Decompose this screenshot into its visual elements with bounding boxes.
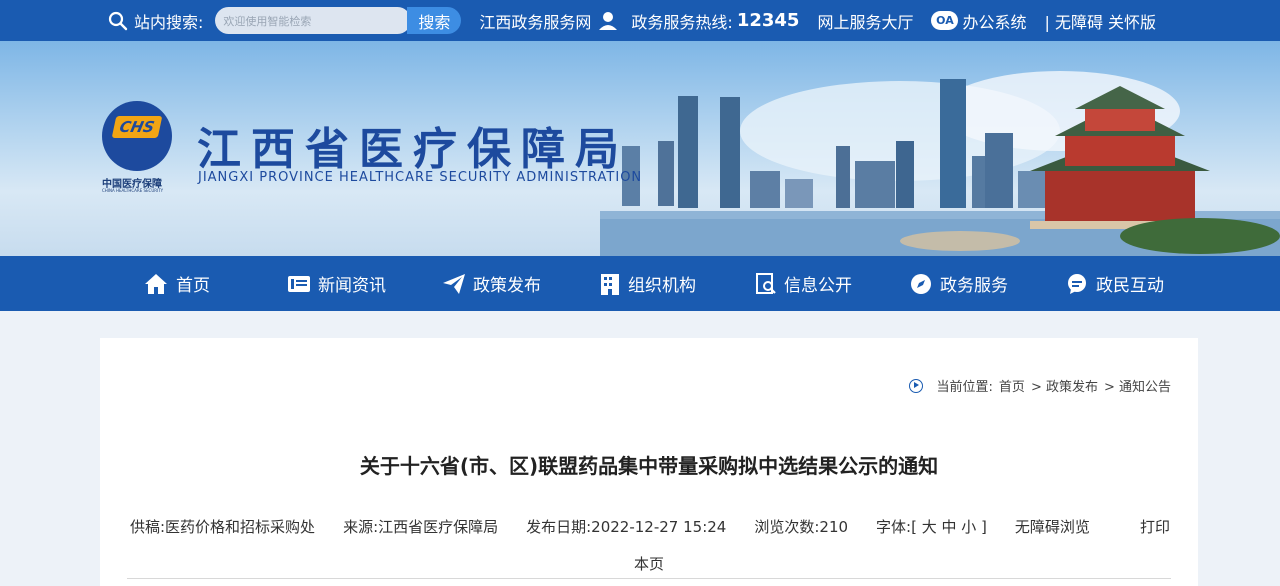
nav-item-news[interactable]: 新闻资讯	[288, 256, 386, 311]
breadcrumb: 当前位置: 首页 > 政策发布 > 通知公告	[908, 376, 1171, 395]
site-search-label-group: 站内搜索:	[108, 9, 203, 33]
nav-label-services: 政务服务	[940, 276, 1008, 296]
nav-label-news: 新闻资讯	[318, 276, 386, 296]
breadcrumb-notices[interactable]: > 通知公告	[1104, 376, 1171, 395]
oa-icon: OA	[931, 11, 959, 30]
article-card: 当前位置: 首页 > 政策发布 > 通知公告 关于十六省(市、区)联盟药品集中带…	[100, 338, 1198, 586]
city-skyline-illustration	[600, 71, 1280, 256]
breadcrumb-prefix: 当前位置:	[936, 380, 993, 395]
news-icon	[288, 275, 310, 292]
site-title-en: JIANGXI PROVINCE HEALTHCARE SECURITY ADM…	[198, 170, 643, 185]
nav-item-organization[interactable]: 组织机构	[600, 256, 696, 311]
site-search-label: 站内搜索:	[134, 12, 204, 32]
nav-label-info-disclosure: 信息公开	[784, 276, 852, 296]
chat-icon	[1068, 273, 1086, 294]
play-circle-icon	[908, 378, 923, 393]
chs-logo: CHS 中国医疗保障 CHINA HEALTHCARE SECURITY	[102, 101, 172, 193]
nav-label-home: 首页	[176, 276, 210, 296]
article-date: 发布日期:2022-12-27 15:24	[526, 518, 727, 536]
nav-item-interaction[interactable]: 政民互动	[1066, 256, 1164, 311]
header-banner: CHS 中国医疗保障 CHINA HEALTHCARE SECURITY 江西省…	[0, 41, 1280, 256]
top-bar: 站内搜索: 欢迎使用智能检索 搜索 江西政务服务网 政务服务热线: 12345 …	[0, 0, 1280, 41]
nav-label-policy: 政策发布	[473, 276, 541, 296]
site-title: 江西省医疗保障局	[197, 124, 629, 175]
search-placeholder: 欢迎使用智能检索	[223, 14, 312, 28]
accessibility-link[interactable]: | 无障碍 关怀版	[1044, 9, 1156, 33]
logo-caption-en: CHINA HEALTHCARE SECURITY	[102, 188, 164, 193]
send-icon	[443, 273, 465, 294]
this-page-link[interactable]: 本页	[100, 553, 1198, 574]
nav-item-home[interactable]: 首页	[144, 256, 210, 311]
office-system-link[interactable]: OA 办公系统	[931, 9, 1026, 33]
nav-item-policy[interactable]: 政策发布	[443, 256, 541, 311]
breadcrumb-home[interactable]: 首页	[999, 376, 1025, 395]
divider	[127, 578, 1171, 579]
nav-item-info-disclosure[interactable]: 信息公开	[756, 256, 852, 311]
hotline-label: 政务服务热线:	[631, 12, 733, 32]
article-title: 关于十六省(市、区)联盟药品集中带量采购拟中选结果公示的通知	[359, 454, 939, 478]
chs-emblem-text: CHS	[111, 116, 163, 138]
nav-item-services[interactable]: 政务服务	[910, 256, 1008, 311]
nav-label-interaction: 政民互动	[1096, 276, 1164, 296]
article-supplier: 供稿:医药价格和招标采购处	[130, 518, 316, 536]
print-link[interactable]: 打印	[1140, 516, 1170, 537]
chs-emblem: CHS	[102, 101, 172, 171]
portal-link[interactable]: 江西政务服务网	[479, 9, 591, 33]
search-input[interactable]: 欢迎使用智能检索	[215, 7, 412, 34]
service-hall-link[interactable]: 网上服务大厅	[817, 9, 913, 33]
search-icon	[108, 11, 128, 30]
home-icon	[145, 273, 167, 294]
office-system-label: 办公系统	[962, 12, 1027, 32]
font-size-switcher[interactable]: 字体:[ 大 中 小 ]	[876, 516, 987, 537]
accessible-browse-link[interactable]: 无障碍浏览	[1015, 516, 1090, 537]
breadcrumb-policy[interactable]: > 政策发布	[1031, 376, 1098, 395]
document-search-icon	[756, 272, 776, 294]
hotline-number: 12345	[736, 10, 800, 31]
hotline: 政务服务热线: 12345	[597, 9, 799, 33]
nav-label-organization: 组织机构	[628, 276, 696, 296]
article-meta: 供稿:医药价格和招标采购处 来源:江西省医疗保障局 发布日期:2022-12-2…	[130, 516, 1170, 537]
article-source: 来源:江西省医疗保障局	[343, 518, 499, 536]
article-views: 浏览次数:210	[754, 518, 849, 536]
search-button[interactable]: 搜索	[407, 7, 462, 34]
user-icon	[599, 11, 618, 30]
compass-icon	[911, 273, 931, 294]
main-nav: 首页 新闻资讯 政策发布 组织机构 信息公开 政务服务 政民互动	[0, 256, 1280, 311]
building-icon	[601, 273, 619, 295]
